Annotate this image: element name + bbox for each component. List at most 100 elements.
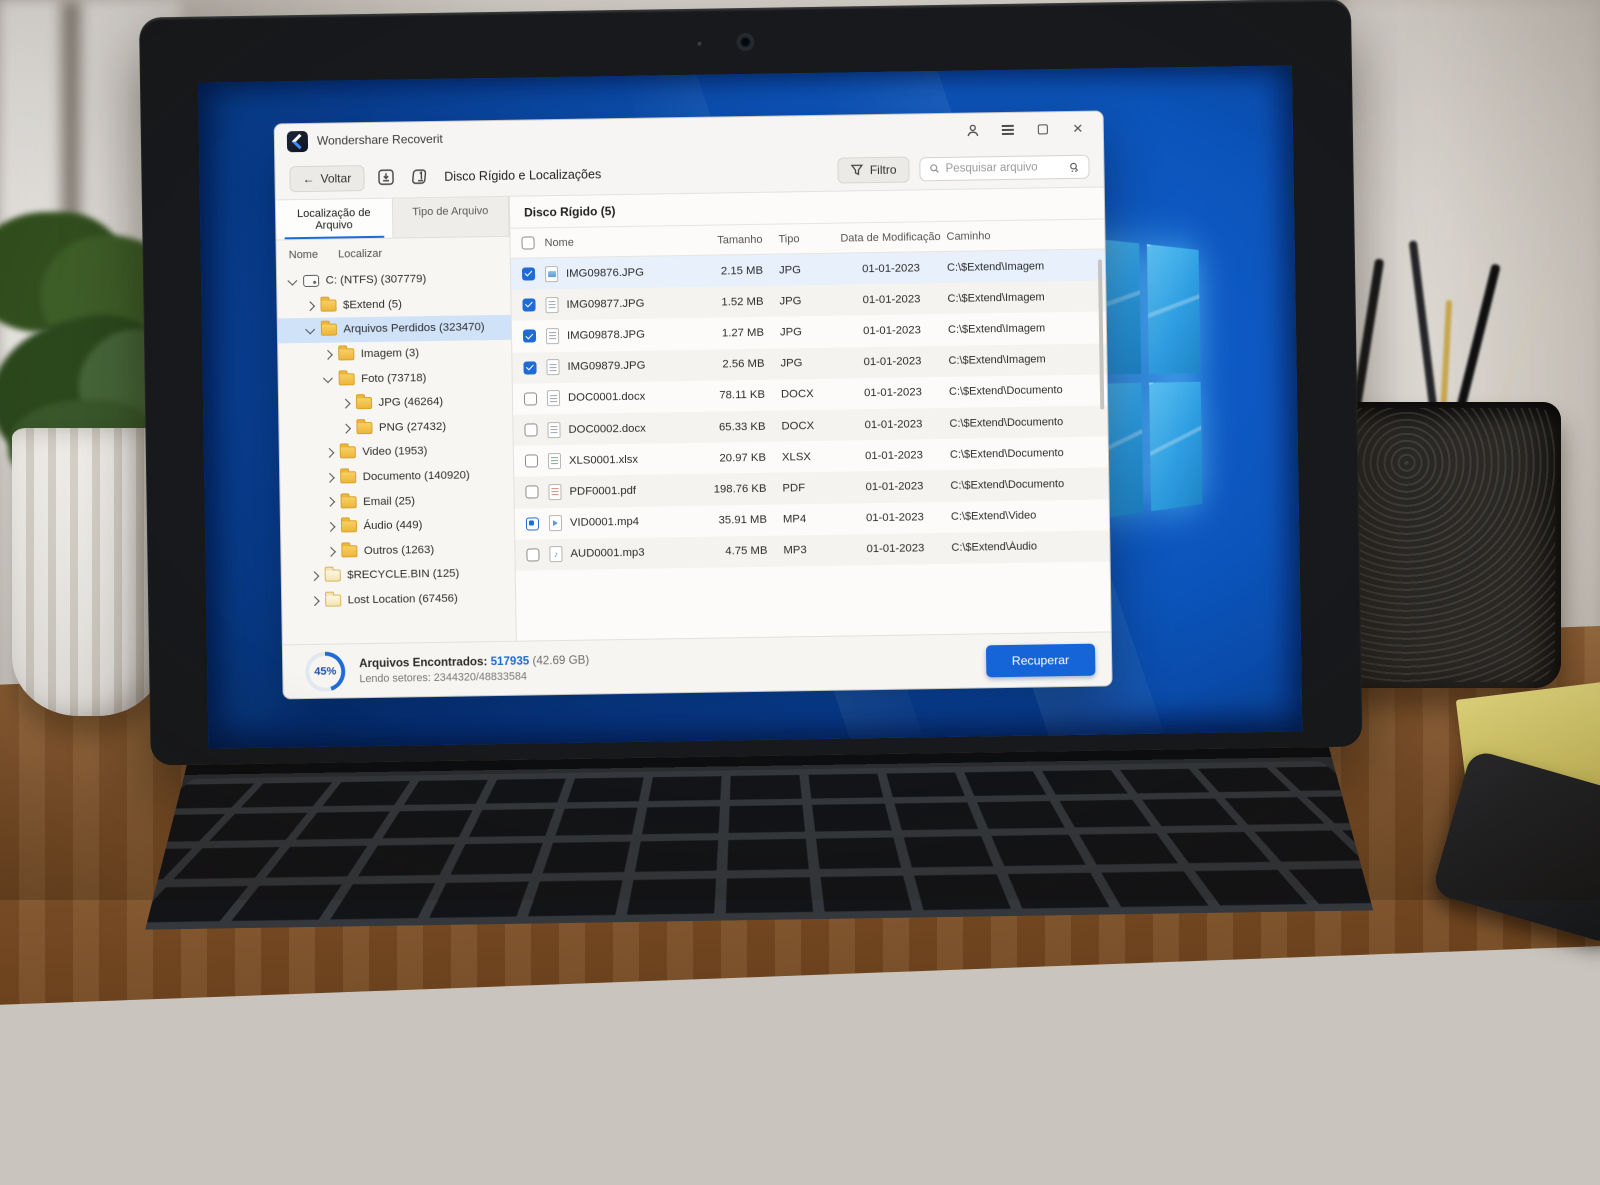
folder-icon [320, 324, 336, 336]
chevron-icon[interactable] [305, 301, 314, 310]
file-size: 1.27 MB [692, 327, 780, 340]
search-box[interactable] [919, 154, 1089, 181]
row-checkbox[interactable] [524, 423, 537, 436]
tree-item[interactable]: Lost Location (67456) [282, 585, 515, 613]
file-date: 01-01-2023 [836, 324, 948, 338]
chevron-icon[interactable] [306, 324, 315, 333]
tab-file-location[interactable]: Localização de Arquivo [276, 199, 393, 240]
tree-item[interactable]: Outros (1263) [281, 536, 514, 564]
file-path: C:\$Extend\Documento [949, 384, 1107, 398]
tree-item[interactable]: C: (NTFS) (307779) [277, 266, 510, 294]
chevron-icon[interactable] [310, 596, 319, 605]
tree-item[interactable]: $Extend (5) [277, 290, 510, 318]
file-name: IMG09876.JPG [566, 266, 644, 279]
tree-item[interactable]: Arquivos Perdidos (323470) [278, 315, 511, 343]
row-checkbox[interactable] [526, 548, 539, 561]
chevron-icon[interactable] [341, 424, 350, 433]
row-checkbox[interactable] [522, 330, 535, 343]
file-path: C:\$Extend\Documento [950, 477, 1108, 491]
file-list-panel: Disco Rígido (5) Nome Tamanho Tipo Data … [510, 187, 1111, 640]
back-button[interactable]: ← Voltar [289, 165, 364, 192]
chevron-icon[interactable] [326, 522, 335, 531]
column-header-path[interactable]: Caminho [946, 228, 1104, 242]
file-date: 01-01-2023 [838, 449, 950, 463]
column-header-name[interactable]: Nome [544, 234, 690, 248]
file-size: 65.33 KB [693, 420, 781, 433]
chevron-icon[interactable] [325, 498, 334, 507]
windows-logo-pane [1147, 244, 1201, 373]
row-checkbox[interactable] [523, 392, 536, 405]
tree-item[interactable]: Imagem (3) [278, 340, 511, 368]
tree-item-label: Video (1953) [362, 446, 427, 459]
tree-item[interactable]: Áudio (449) [281, 512, 514, 540]
row-checkbox[interactable] [524, 455, 537, 468]
file-name: IMG09877.JPG [566, 297, 644, 310]
select-all-checkbox[interactable] [521, 236, 534, 249]
folder-icon [303, 275, 319, 287]
laptop-screen: Wondershare Recoverit × ← Voltar [198, 65, 1302, 748]
filter-button[interactable]: Filtro [838, 156, 910, 183]
chevron-icon[interactable] [309, 572, 318, 581]
folder-icon [320, 299, 336, 311]
tree-item-label: Documento (140920) [363, 469, 470, 483]
file-type-icon [546, 359, 559, 375]
save-scan-icon[interactable] [374, 165, 398, 189]
tree-item[interactable]: $RECYCLE.BIN (125) [282, 561, 515, 589]
chevron-icon[interactable] [341, 399, 350, 408]
file-path: C:\$Extend\Video [951, 508, 1109, 522]
tab-file-type[interactable]: Tipo de Arquivo [392, 197, 509, 238]
row-checkbox[interactable] [525, 517, 538, 530]
file-type-icon [545, 266, 558, 282]
tree-item[interactable]: Documento (140920) [280, 463, 513, 491]
back-button-label: Voltar [320, 171, 351, 185]
chevron-icon[interactable] [288, 275, 297, 284]
tree-item[interactable]: PNG (27432) [279, 413, 512, 441]
file-type: JPG [780, 326, 836, 339]
file-type-icon [549, 546, 562, 562]
recover-button[interactable]: Recuperar [986, 643, 1096, 677]
tree-item-label: Lost Location (67456) [348, 593, 458, 607]
file-type-icon [549, 515, 562, 531]
column-header-size[interactable]: Tamanho [690, 233, 778, 246]
account-icon[interactable] [960, 119, 986, 141]
tree-item-label: $RECYCLE.BIN (125) [347, 568, 459, 582]
tree-item[interactable]: JPG (46264) [279, 389, 512, 417]
tree-item-label: $Extend (5) [343, 298, 402, 311]
scan-progress-ring: 45% [305, 651, 346, 692]
file-path: C:\$Extend\Documento [949, 415, 1107, 429]
tree-item-label: Arquivos Perdidos (323470) [343, 322, 484, 336]
file-size: 20.97 KB [694, 451, 782, 464]
row-checkbox[interactable] [522, 299, 535, 312]
file-type-icon [548, 484, 561, 500]
recoverit-window: Wondershare Recoverit × ← Voltar [274, 110, 1113, 699]
deep-search-icon[interactable] [1068, 159, 1079, 173]
row-checkbox[interactable] [523, 361, 536, 374]
tree-item[interactable]: Email (25) [280, 487, 513, 515]
folder-icon [355, 397, 371, 409]
search-input[interactable] [945, 161, 1062, 175]
file-path: C:\$Extend\Áudio [951, 540, 1109, 554]
maximize-icon[interactable] [1030, 118, 1056, 140]
column-header-date[interactable]: Data de Modificação [834, 230, 946, 244]
file-name: DOC0001.docx [568, 391, 645, 404]
tree-item[interactable]: Video (1953) [280, 438, 513, 466]
file-size: 4.75 MB [695, 545, 783, 558]
chevron-icon[interactable] [325, 473, 334, 482]
chevron-icon[interactable] [323, 373, 332, 382]
close-icon[interactable]: × [1065, 118, 1091, 140]
folder-icon [340, 496, 356, 508]
mic-dot [697, 42, 701, 46]
chevron-icon[interactable] [326, 547, 335, 556]
file-path: C:\$Extend\Documento [950, 446, 1108, 460]
file-type-icon [547, 390, 560, 406]
column-header-type[interactable]: Tipo [778, 232, 834, 245]
tree-header: Nome Localizar [276, 237, 509, 268]
tree-item[interactable]: Foto (73718) [278, 364, 511, 392]
drive-icon[interactable] [408, 164, 432, 188]
chevron-icon[interactable] [324, 448, 333, 457]
chevron-icon[interactable] [323, 350, 332, 359]
row-checkbox[interactable] [521, 267, 534, 280]
menu-icon[interactable] [995, 119, 1021, 141]
row-checkbox[interactable] [525, 486, 538, 499]
file-type-icon [545, 297, 558, 313]
